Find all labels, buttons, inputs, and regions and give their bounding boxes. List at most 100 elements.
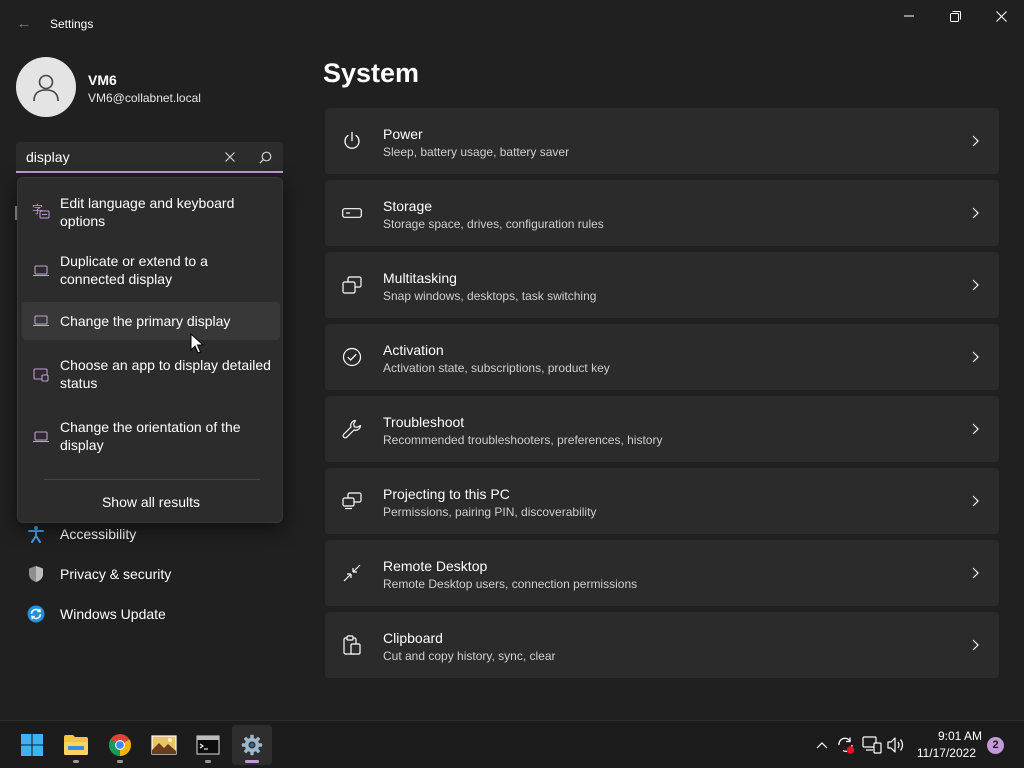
show-hidden-icons-button[interactable] xyxy=(812,735,832,755)
card-title: Troubleshoot xyxy=(383,414,465,430)
card-title: Power xyxy=(383,126,423,142)
avatar[interactable] xyxy=(16,57,76,117)
card-title: Storage xyxy=(383,198,433,214)
card-subtitle: Permissions, pairing PIN, discoverabilit… xyxy=(383,505,597,519)
chevron-right-icon xyxy=(967,421,983,437)
running-indicator xyxy=(205,760,211,763)
notification-badge[interactable]: 2 xyxy=(987,737,1004,754)
back-button[interactable]: ← xyxy=(12,12,36,36)
card-title: Remote Desktop xyxy=(383,558,488,574)
card-title: Clipboard xyxy=(383,630,443,646)
search-result-label: Change the orientation of the display xyxy=(60,419,241,453)
card-title: Activation xyxy=(383,342,444,358)
sidebar-item-label: Accessibility xyxy=(60,526,137,542)
settings-card-clipboard[interactable]: Clipboard Cut and copy history, sync, cl… xyxy=(325,612,999,678)
search-icon xyxy=(258,151,271,164)
laptop-icon xyxy=(32,262,50,280)
card-subtitle: Snap windows, desktops, task switching xyxy=(383,289,597,303)
search-result-label: Choose an app to display detailed status xyxy=(60,357,271,391)
search-result-label: Change the primary display xyxy=(60,313,231,329)
search-button[interactable] xyxy=(254,147,276,167)
remote-desktop-icon xyxy=(341,562,363,584)
search-result-item[interactable]: Change the primary display xyxy=(22,302,280,340)
sidebar-item-label: Windows Update xyxy=(60,606,166,622)
windows-update-icon xyxy=(26,604,46,624)
clipboard-icon xyxy=(341,634,363,656)
chevron-right-icon xyxy=(967,637,983,653)
tray-sync-status[interactable] xyxy=(836,735,856,755)
close-button[interactable] xyxy=(978,0,1024,32)
chrome-icon xyxy=(109,734,131,756)
settings-card-projecting[interactable]: Projecting to this PC Permissions, pairi… xyxy=(325,468,999,534)
search-result-item[interactable]: Change the orientation of the display xyxy=(22,408,280,466)
card-subtitle: Sleep, battery usage, battery saver xyxy=(383,145,570,159)
clock-date[interactable]: 11/17/2022 xyxy=(912,746,976,760)
title-bar: ← Settings xyxy=(0,0,1024,48)
restore-button[interactable] xyxy=(932,0,978,32)
file-explorer-icon xyxy=(64,735,88,755)
settings-card-multitasking[interactable]: Multitasking Snap windows, desktops, tas… xyxy=(325,252,999,318)
laptop-icon xyxy=(32,428,50,446)
terminal-icon xyxy=(196,735,220,755)
shield-icon xyxy=(26,564,46,584)
settings-gear-icon xyxy=(241,734,263,756)
search-result-label: Duplicate or extend to a connected displ… xyxy=(60,253,208,287)
clock-time[interactable]: 9:01 AM xyxy=(912,729,982,743)
minimize-icon xyxy=(904,15,914,17)
search-box[interactable] xyxy=(16,142,283,173)
search-input[interactable] xyxy=(26,148,216,166)
settings-card-storage[interactable]: Storage Storage space, drives, configura… xyxy=(325,180,999,246)
taskbar-app-settings[interactable] xyxy=(232,725,272,765)
power-icon xyxy=(341,130,363,152)
page-title: System xyxy=(323,58,420,88)
sidebar-item-privacy-security[interactable]: Privacy & security xyxy=(20,556,280,592)
svg-text:字: 字 xyxy=(32,202,43,216)
mouse-cursor-icon xyxy=(190,333,204,354)
restore-icon xyxy=(949,10,961,22)
card-subtitle: Storage space, drives, configuration rul… xyxy=(383,217,604,231)
volume-icon xyxy=(887,737,904,753)
settings-card-remote-desktop[interactable]: Remote Desktop Remote Desktop users, con… xyxy=(325,540,999,606)
settings-card-power[interactable]: Power Sleep, battery usage, battery save… xyxy=(325,108,999,174)
search-result-item[interactable]: Choose an app to display detailed status xyxy=(22,346,280,404)
user-icon xyxy=(33,74,59,102)
card-title: Projecting to this PC xyxy=(383,486,510,502)
chevron-right-icon xyxy=(967,133,983,149)
language-icon: 字 xyxy=(32,202,50,220)
settings-card-activation[interactable]: Activation Activation state, subscriptio… xyxy=(325,324,999,390)
card-subtitle: Cut and copy history, sync, clear xyxy=(383,649,556,663)
divider xyxy=(44,479,260,480)
app-title: Settings xyxy=(50,17,94,31)
accessibility-icon xyxy=(26,524,46,544)
wrench-icon xyxy=(341,418,363,440)
chevron-right-icon xyxy=(967,205,983,221)
projecting-icon xyxy=(341,490,363,512)
tray-volume[interactable] xyxy=(886,735,906,755)
sidebar-item-label: Privacy & security xyxy=(60,566,172,582)
search-result-item[interactable]: 字 Edit language and keyboard options xyxy=(22,184,280,238)
show-all-results-link[interactable]: Show all results xyxy=(18,494,284,510)
storage-icon xyxy=(341,202,363,224)
running-indicator xyxy=(117,760,123,763)
activation-icon xyxy=(341,346,363,368)
card-subtitle: Activation state, subscriptions, product… xyxy=(383,361,610,375)
taskbar: 9:01 AM 11/17/2022 2 xyxy=(0,720,1024,768)
card-subtitle: Recommended troubleshooters, preferences… xyxy=(383,433,663,447)
clear-search-button[interactable] xyxy=(219,147,241,167)
chevron-up-icon xyxy=(816,742,828,749)
taskbar-app-file-explorer[interactable] xyxy=(56,725,96,765)
minimize-button[interactable] xyxy=(886,0,932,32)
search-results-dropdown: 字 Edit language and keyboard options Dup… xyxy=(17,177,283,523)
running-indicator xyxy=(73,760,79,763)
tray-network[interactable] xyxy=(862,735,882,755)
close-icon xyxy=(225,152,235,162)
taskbar-app-terminal[interactable] xyxy=(188,725,228,765)
start-button[interactable] xyxy=(12,725,52,765)
running-indicator xyxy=(245,760,259,763)
taskbar-app-chrome[interactable] xyxy=(100,725,140,765)
search-result-item[interactable]: Duplicate or extend to a connected displ… xyxy=(22,242,280,300)
settings-card-troubleshoot[interactable]: Troubleshoot Recommended troubleshooters… xyxy=(325,396,999,462)
sidebar-item-windows-update[interactable]: Windows Update xyxy=(20,596,280,632)
taskbar-app-photos[interactable] xyxy=(144,725,184,765)
sync-error-icon xyxy=(838,737,855,754)
